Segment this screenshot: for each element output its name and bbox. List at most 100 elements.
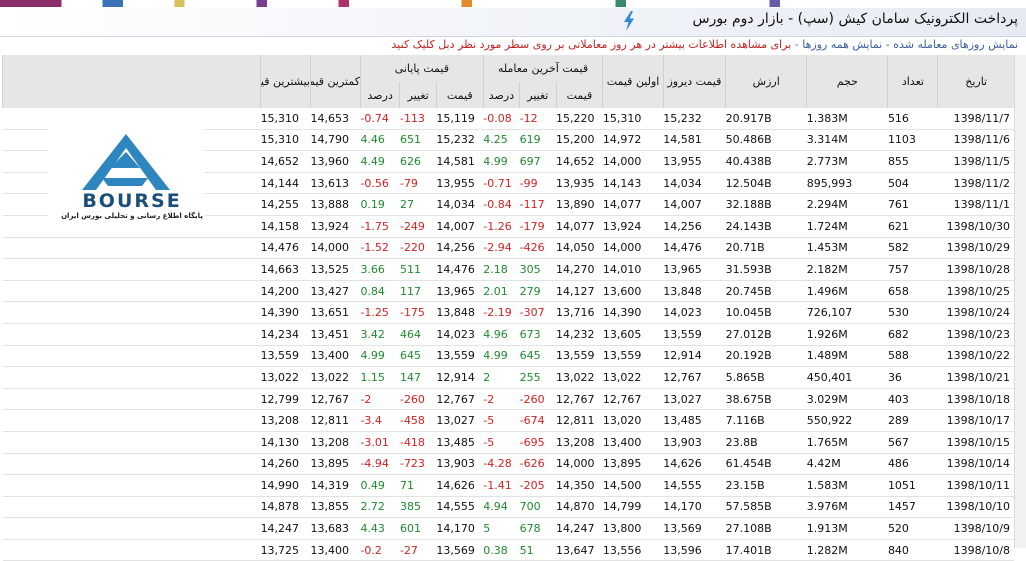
cell-close-percent: -4.94 bbox=[360, 453, 400, 476]
double-click-hint: برای مشاهده اطلاعات بیشتر در هر روز معام… bbox=[391, 38, 792, 51]
table-row[interactable]: 14,390 13,651 -1.25 -175 13,848 -2.19 -307 13,7… bbox=[2, 301, 1014, 324]
table-row[interactable]: 13,022 13,022 1.15 147 12,914 2 255 13,022 13,02… bbox=[2, 366, 1014, 389]
cell-last-percent: 4.94 bbox=[483, 496, 520, 519]
cell-last-price: 13,559 bbox=[556, 345, 603, 368]
header-count[interactable]: تعداد bbox=[887, 55, 938, 108]
cell-low: 13,400 bbox=[310, 345, 361, 368]
header-low[interactable]: کمترین قیمت bbox=[310, 55, 361, 108]
table-row[interactable]: 14,990 14,319 0.49 71 14,626 -1.41 -205 14,350 1… bbox=[2, 474, 1014, 497]
cell-close-change: 626 bbox=[399, 150, 437, 173]
header-date[interactable]: تاریخ bbox=[937, 55, 1014, 108]
cell-first: 14,972 bbox=[602, 129, 664, 152]
cell-last-percent: 5 bbox=[483, 517, 520, 540]
cell-last-percent: -5 bbox=[483, 431, 520, 454]
cell-close-percent: 1.15 bbox=[360, 366, 400, 389]
table-row[interactable]: 14,878 13,855 2.72 385 14,555 4.94 700 14,870 14… bbox=[2, 496, 1014, 519]
table-row[interactable]: 14,234 13,451 3.42 464 14,023 4.96 673 14,232 13… bbox=[2, 323, 1014, 346]
vertical-scrollbar[interactable] bbox=[1014, 55, 1026, 548]
table-row[interactable]: 15,310 14,653 -0.74 -113 15,119 -0.08 -12 15,22… bbox=[2, 108, 1014, 130]
table-row[interactable]: 13,559 13,400 4.99 645 13,559 4.99 645 13,559 13… bbox=[2, 345, 1014, 368]
table-row[interactable]: 14,260 13,895 -4.94 -723 13,903 -4.28 -626 14,0… bbox=[2, 453, 1014, 476]
cell-last-change: -117 bbox=[519, 193, 557, 216]
cell-date: 1398/10/11 bbox=[937, 474, 1014, 497]
header-close-change[interactable]: تغییر bbox=[399, 82, 437, 108]
header-close-price[interactable]: قیمت bbox=[435, 82, 484, 108]
cell-last-percent: 4.99 bbox=[483, 150, 520, 173]
table-row[interactable]: 12,799 12,767 -2 -260 12,767 -2 -260 12,767 12,7… bbox=[2, 388, 1014, 411]
row-spacer bbox=[2, 431, 261, 454]
header-volume[interactable]: حجم bbox=[806, 55, 888, 108]
cell-close-percent: 4.43 bbox=[360, 517, 400, 540]
cell-first: 14,143 bbox=[602, 172, 664, 195]
cell-close-price: 13,485 bbox=[436, 431, 484, 454]
cell-count: 1051 bbox=[887, 474, 938, 497]
cell-last-percent: 4.99 bbox=[483, 345, 520, 368]
row-spacer bbox=[2, 539, 261, 561]
cell-count: 840 bbox=[887, 539, 938, 561]
row-spacer bbox=[2, 496, 261, 519]
cell-first: 13,800 bbox=[602, 517, 664, 540]
cell-last-price: 13,716 bbox=[556, 301, 603, 324]
cell-first: 13,895 bbox=[602, 453, 664, 476]
cell-high: 13,208 bbox=[260, 409, 311, 432]
cell-first: 13,022 bbox=[602, 366, 664, 389]
table-row[interactable]: 13,725 13,400 -0.2 -27 13,569 0.38 51 13,647 13,… bbox=[2, 539, 1014, 561]
header-high[interactable]: بیشترین قیمت bbox=[260, 55, 311, 108]
cell-close-change: -113 bbox=[399, 108, 437, 130]
cell-yesterday: 14,626 bbox=[663, 453, 726, 476]
cell-value: 12.504B bbox=[725, 172, 807, 195]
cell-volume: 1.724M bbox=[806, 215, 888, 238]
cell-value: 20.917B bbox=[725, 108, 807, 130]
header-last-price[interactable]: قیمت bbox=[555, 82, 603, 108]
bourse24-logo-mark-icon bbox=[82, 134, 170, 190]
cell-value: 57.585B bbox=[725, 496, 807, 519]
title-bar: پرداخت الکترونیک سامان کیش (سپ) - بازار … bbox=[0, 8, 1026, 37]
header-last-percent[interactable]: درصد bbox=[482, 82, 520, 108]
table-row[interactable]: 14,663 13,525 3.66 511 14,476 2.18 305 14,270 14… bbox=[2, 258, 1014, 281]
cell-high: 15,310 bbox=[260, 108, 311, 130]
table-row[interactable]: 14,200 13,427 0.84 117 13,965 2.01 279 14,127 13… bbox=[2, 280, 1014, 303]
cell-last-price: 14,050 bbox=[556, 237, 603, 260]
row-spacer bbox=[2, 474, 261, 497]
cell-last-change: -674 bbox=[519, 409, 557, 432]
cell-value: 27.012B bbox=[725, 323, 807, 346]
cell-low: 13,613 bbox=[310, 172, 361, 195]
header-close-percent[interactable]: درصد bbox=[359, 82, 400, 108]
cell-volume: 3.029M bbox=[806, 388, 888, 411]
cell-close-price: 14,581 bbox=[436, 150, 484, 173]
cell-high: 14,260 bbox=[260, 453, 311, 476]
table-row[interactable]: 14,130 13,208 -3.01 -418 13,485 -5 -695 13,208 1… bbox=[2, 431, 1014, 454]
header-yesterday[interactable]: قیمت دیروز bbox=[662, 55, 726, 108]
cell-value: 32.188B bbox=[725, 193, 807, 216]
cell-close-change: 651 bbox=[399, 129, 437, 152]
table-row[interactable]: 14,247 13,683 4.43 601 14,170 5 678 14,247 13,80… bbox=[2, 517, 1014, 540]
table-row[interactable]: 14,476 14,000 -1.52 -220 14,256 -2.94 -426 14,0… bbox=[2, 237, 1014, 260]
cell-last-change: -426 bbox=[519, 237, 557, 260]
cell-close-price: 15,119 bbox=[436, 108, 484, 130]
header-first[interactable]: اولین قیمت bbox=[602, 55, 664, 108]
show-all-days-link[interactable]: نمایش همه روزها bbox=[802, 38, 882, 51]
cell-close-change: 464 bbox=[399, 323, 437, 346]
cell-volume: 1.282M bbox=[806, 539, 888, 561]
cell-last-price: 14,652 bbox=[556, 150, 603, 173]
cell-volume: 2.294M bbox=[806, 193, 888, 216]
cell-last-change: 51 bbox=[519, 539, 557, 561]
cell-date: 1398/11/5 bbox=[937, 150, 1014, 173]
header-last-change[interactable]: تغییر bbox=[519, 82, 557, 108]
cell-value: 27.108B bbox=[725, 517, 807, 540]
show-traded-days-link[interactable]: نمایش روزهای معامله شده bbox=[893, 38, 1018, 51]
cell-close-price: 13,965 bbox=[436, 280, 484, 303]
row-spacer bbox=[2, 258, 261, 281]
cell-low: 13,525 bbox=[310, 258, 361, 281]
cell-volume: 1.453M bbox=[806, 237, 888, 260]
cell-low: 13,888 bbox=[310, 193, 361, 216]
header-value[interactable]: ارزش bbox=[725, 55, 807, 108]
cell-value: 20.745B bbox=[725, 280, 807, 303]
cell-last-percent: -0.84 bbox=[483, 193, 520, 216]
cell-last-change: -260 bbox=[519, 388, 557, 411]
cell-value: 50.486B bbox=[725, 129, 807, 152]
cell-close-price: 14,626 bbox=[436, 474, 484, 497]
table-row[interactable]: 13,208 12,811 -3.4 -458 13,027 -5 -674 12,811 13… bbox=[2, 409, 1014, 432]
cell-last-change: -307 bbox=[519, 301, 557, 324]
cell-yesterday: 14,555 bbox=[663, 474, 726, 497]
